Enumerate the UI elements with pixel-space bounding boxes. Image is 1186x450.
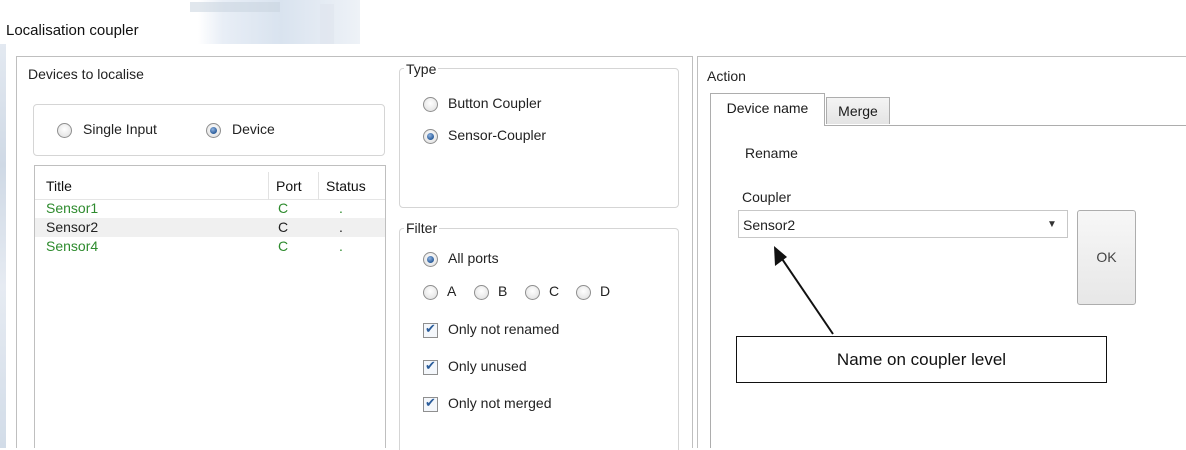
radio-button-coupler-label[interactable]: Button Coupler bbox=[448, 95, 541, 111]
window-title-bar: Localisation coupler bbox=[0, 0, 360, 44]
column-divider[interactable] bbox=[268, 172, 269, 200]
action-group-label: Action bbox=[707, 68, 746, 84]
column-divider[interactable] bbox=[318, 172, 319, 200]
arrow-line bbox=[775, 249, 834, 335]
type-group-label: Type bbox=[404, 61, 439, 77]
radio-port-b[interactable] bbox=[474, 285, 489, 300]
background-blur bbox=[190, 2, 280, 12]
filter-group bbox=[399, 228, 679, 450]
window-title: Localisation coupler bbox=[6, 22, 139, 39]
ok-button-label: OK bbox=[1096, 249, 1117, 265]
column-title[interactable]: Title bbox=[46, 172, 72, 200]
tab-merge[interactable]: Merge bbox=[826, 97, 890, 124]
radio-sensor-coupler[interactable] bbox=[423, 129, 438, 144]
radio-port-b-label[interactable]: B bbox=[498, 283, 507, 299]
tab-device-name[interactable]: Device name bbox=[710, 93, 825, 126]
column-port[interactable]: Port bbox=[276, 172, 302, 200]
checkbox-only-not-renamed-label[interactable]: Only not renamed bbox=[448, 321, 559, 337]
table-row[interactable]: Sensor1 C . bbox=[35, 199, 385, 218]
radio-port-d-label[interactable]: D bbox=[600, 283, 610, 299]
tab-merge-label: Merge bbox=[838, 103, 878, 119]
checkbox-only-not-merged[interactable] bbox=[423, 396, 438, 412]
cell-title: Sensor1 bbox=[46, 200, 99, 216]
background-blur bbox=[320, 4, 334, 44]
coupler-dropdown-value: Sensor2 bbox=[743, 217, 796, 233]
cell-port: C bbox=[278, 238, 289, 254]
radio-single-input-label[interactable]: Single Input bbox=[83, 121, 157, 137]
cell-port: C bbox=[278, 200, 289, 216]
cell-title: Sensor4 bbox=[46, 238, 99, 254]
cell-title: Sensor2 bbox=[46, 219, 99, 235]
checkbox-only-not-merged-label[interactable]: Only not merged bbox=[448, 395, 552, 411]
radio-device[interactable] bbox=[206, 123, 221, 138]
radio-all-ports-label[interactable]: All ports bbox=[448, 250, 499, 266]
tab-device-name-label: Device name bbox=[726, 100, 809, 116]
radio-port-a-label[interactable]: A bbox=[447, 283, 456, 299]
coupler-label: Coupler bbox=[742, 189, 792, 205]
radio-button-coupler[interactable] bbox=[423, 97, 438, 112]
filter-group-label: Filter bbox=[404, 220, 440, 236]
annotation-text: Name on coupler level bbox=[836, 350, 1007, 369]
checkbox-only-unused-label[interactable]: Only unused bbox=[448, 358, 527, 374]
table-row[interactable]: Sensor2 C . bbox=[35, 218, 385, 237]
coupler-dropdown[interactable]: Sensor2 ▼ bbox=[738, 210, 1068, 238]
cell-port: C bbox=[278, 219, 289, 235]
radio-all-ports[interactable] bbox=[423, 252, 438, 267]
checkbox-only-not-renamed[interactable] bbox=[423, 322, 438, 338]
device-list[interactable]: Title Port Status Sensor1 C . Sensor2 C … bbox=[34, 165, 386, 448]
cell-status: . bbox=[339, 238, 343, 254]
devices-group-label: Devices to localise bbox=[28, 66, 144, 82]
annotation-arrow bbox=[774, 246, 834, 335]
rename-label: Rename bbox=[745, 145, 798, 161]
device-list-header: Title Port Status bbox=[35, 166, 385, 200]
cell-status: . bbox=[339, 219, 343, 235]
ok-button[interactable]: OK bbox=[1077, 210, 1136, 305]
radio-device-label[interactable]: Device bbox=[232, 121, 275, 137]
column-status[interactable]: Status bbox=[326, 172, 366, 200]
radio-single-input[interactable] bbox=[57, 123, 72, 138]
radio-port-a[interactable] bbox=[423, 285, 438, 300]
radio-port-d[interactable] bbox=[576, 285, 591, 300]
annotation-callout: Name on coupler level bbox=[736, 336, 1107, 383]
window-edge bbox=[0, 44, 6, 448]
table-row[interactable]: Sensor4 C . bbox=[35, 237, 385, 256]
radio-port-c[interactable] bbox=[525, 285, 540, 300]
checkbox-only-unused[interactable] bbox=[423, 359, 438, 375]
chevron-down-icon[interactable]: ▼ bbox=[1047, 219, 1057, 230]
radio-port-c-label[interactable]: C bbox=[549, 283, 559, 299]
cell-status: . bbox=[339, 200, 343, 216]
radio-sensor-coupler-label[interactable]: Sensor-Coupler bbox=[448, 127, 546, 143]
